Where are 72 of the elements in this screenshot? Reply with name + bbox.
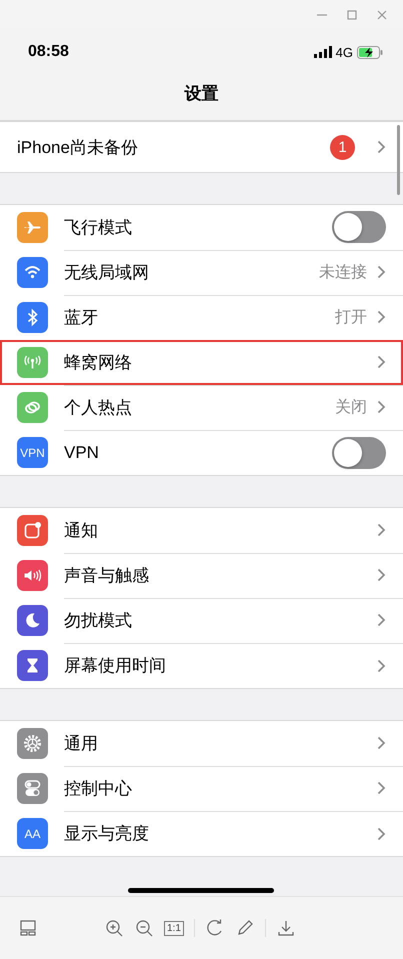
row-label: 蓝牙 bbox=[64, 306, 99, 328]
row-label: 无线局域网 bbox=[64, 262, 150, 284]
row-label: iPhone尚未备份 bbox=[17, 136, 139, 158]
chevron-icon bbox=[377, 355, 386, 369]
zoom-out-icon[interactable] bbox=[134, 918, 154, 938]
speaker-icon bbox=[17, 560, 48, 591]
wifi-icon bbox=[17, 257, 48, 288]
moon-icon bbox=[17, 605, 48, 636]
settings-row[interactable]: 通知 bbox=[0, 508, 403, 553]
toggle-switch[interactable] bbox=[332, 436, 386, 468]
actual-size-button[interactable]: 1:1 bbox=[164, 920, 184, 936]
row-label: VPN bbox=[64, 442, 100, 462]
zoom-in-icon[interactable] bbox=[104, 918, 124, 938]
nav-title: 设置 bbox=[184, 83, 218, 105]
switches-icon bbox=[17, 773, 48, 804]
settings-row[interactable]: 无线局域网 未连接 bbox=[0, 250, 403, 295]
scrollbar[interactable] bbox=[397, 125, 400, 195]
row-label: 通知 bbox=[64, 520, 99, 542]
row-label: 屏幕使用时间 bbox=[64, 655, 167, 677]
notification-badge: 1 bbox=[330, 134, 355, 160]
highlighted-settings-row[interactable]: 蜂窝网络 bbox=[0, 340, 403, 385]
chevron-icon bbox=[377, 826, 386, 840]
network-type: 4G bbox=[336, 44, 353, 60]
chevron-icon bbox=[377, 736, 386, 750]
settings-row[interactable]: 飞行模式 bbox=[0, 205, 403, 250]
settings-row[interactable]: 屏幕使用时间 bbox=[0, 643, 403, 688]
toggle-switch[interactable] bbox=[332, 211, 386, 243]
hourglass-icon bbox=[17, 650, 48, 681]
settings-row[interactable]: 控制中心 bbox=[0, 766, 403, 811]
settings-row[interactable]: 通用 bbox=[0, 721, 403, 766]
chevron-icon bbox=[377, 400, 386, 414]
row-label: 飞行模式 bbox=[64, 216, 133, 238]
chevron-icon bbox=[377, 658, 386, 672]
chevron-icon bbox=[377, 265, 386, 279]
row-label: 勿扰模式 bbox=[64, 610, 133, 632]
app-icon: VPN bbox=[17, 437, 48, 468]
gear-icon bbox=[17, 728, 48, 759]
chevron-icon bbox=[377, 568, 386, 582]
chevron-icon bbox=[377, 140, 386, 154]
row-value: 关闭 bbox=[335, 398, 367, 418]
bluetooth-icon bbox=[17, 302, 48, 333]
row-value: 未连接 bbox=[319, 262, 367, 282]
notification-icon bbox=[17, 515, 48, 546]
settings-row[interactable]: 勿扰模式 bbox=[0, 598, 403, 643]
backup-row[interactable]: iPhone尚未备份 1 bbox=[0, 122, 403, 172]
row-value: 打开 bbox=[335, 308, 367, 328]
row-label: 声音与触感 bbox=[64, 564, 150, 586]
maximize-icon[interactable] bbox=[345, 8, 359, 22]
row-label: 控制中心 bbox=[64, 778, 133, 800]
chevron-icon bbox=[377, 310, 386, 324]
signal-icon bbox=[314, 46, 332, 58]
row-label: 显示与亮度 bbox=[64, 823, 150, 845]
link-rings-icon bbox=[17, 392, 48, 423]
settings-row[interactable]: 声音与触感 bbox=[0, 553, 403, 598]
chevron-icon bbox=[377, 613, 386, 627]
row-label: 个人热点 bbox=[64, 396, 133, 418]
settings-row[interactable]: 蓝牙 打开 bbox=[0, 295, 403, 340]
airplane-icon bbox=[17, 212, 48, 243]
row-label: 蜂窝网络 bbox=[64, 352, 133, 374]
close-icon[interactable] bbox=[375, 8, 389, 22]
row-label: 通用 bbox=[64, 732, 99, 754]
status-time: 08:58 bbox=[28, 43, 69, 61]
chevron-icon bbox=[377, 523, 386, 537]
chevron-icon bbox=[377, 781, 386, 795]
battery-icon bbox=[357, 46, 383, 58]
thumbnails-icon[interactable] bbox=[18, 918, 38, 938]
settings-row[interactable]: VPN VPN bbox=[0, 430, 403, 475]
app-icon: AA bbox=[17, 818, 48, 849]
settings-row[interactable]: AA 显示与亮度 bbox=[0, 811, 403, 856]
download-icon[interactable] bbox=[276, 918, 296, 938]
antenna-icon bbox=[17, 347, 48, 378]
settings-row[interactable]: 个人热点 关闭 bbox=[0, 385, 403, 430]
